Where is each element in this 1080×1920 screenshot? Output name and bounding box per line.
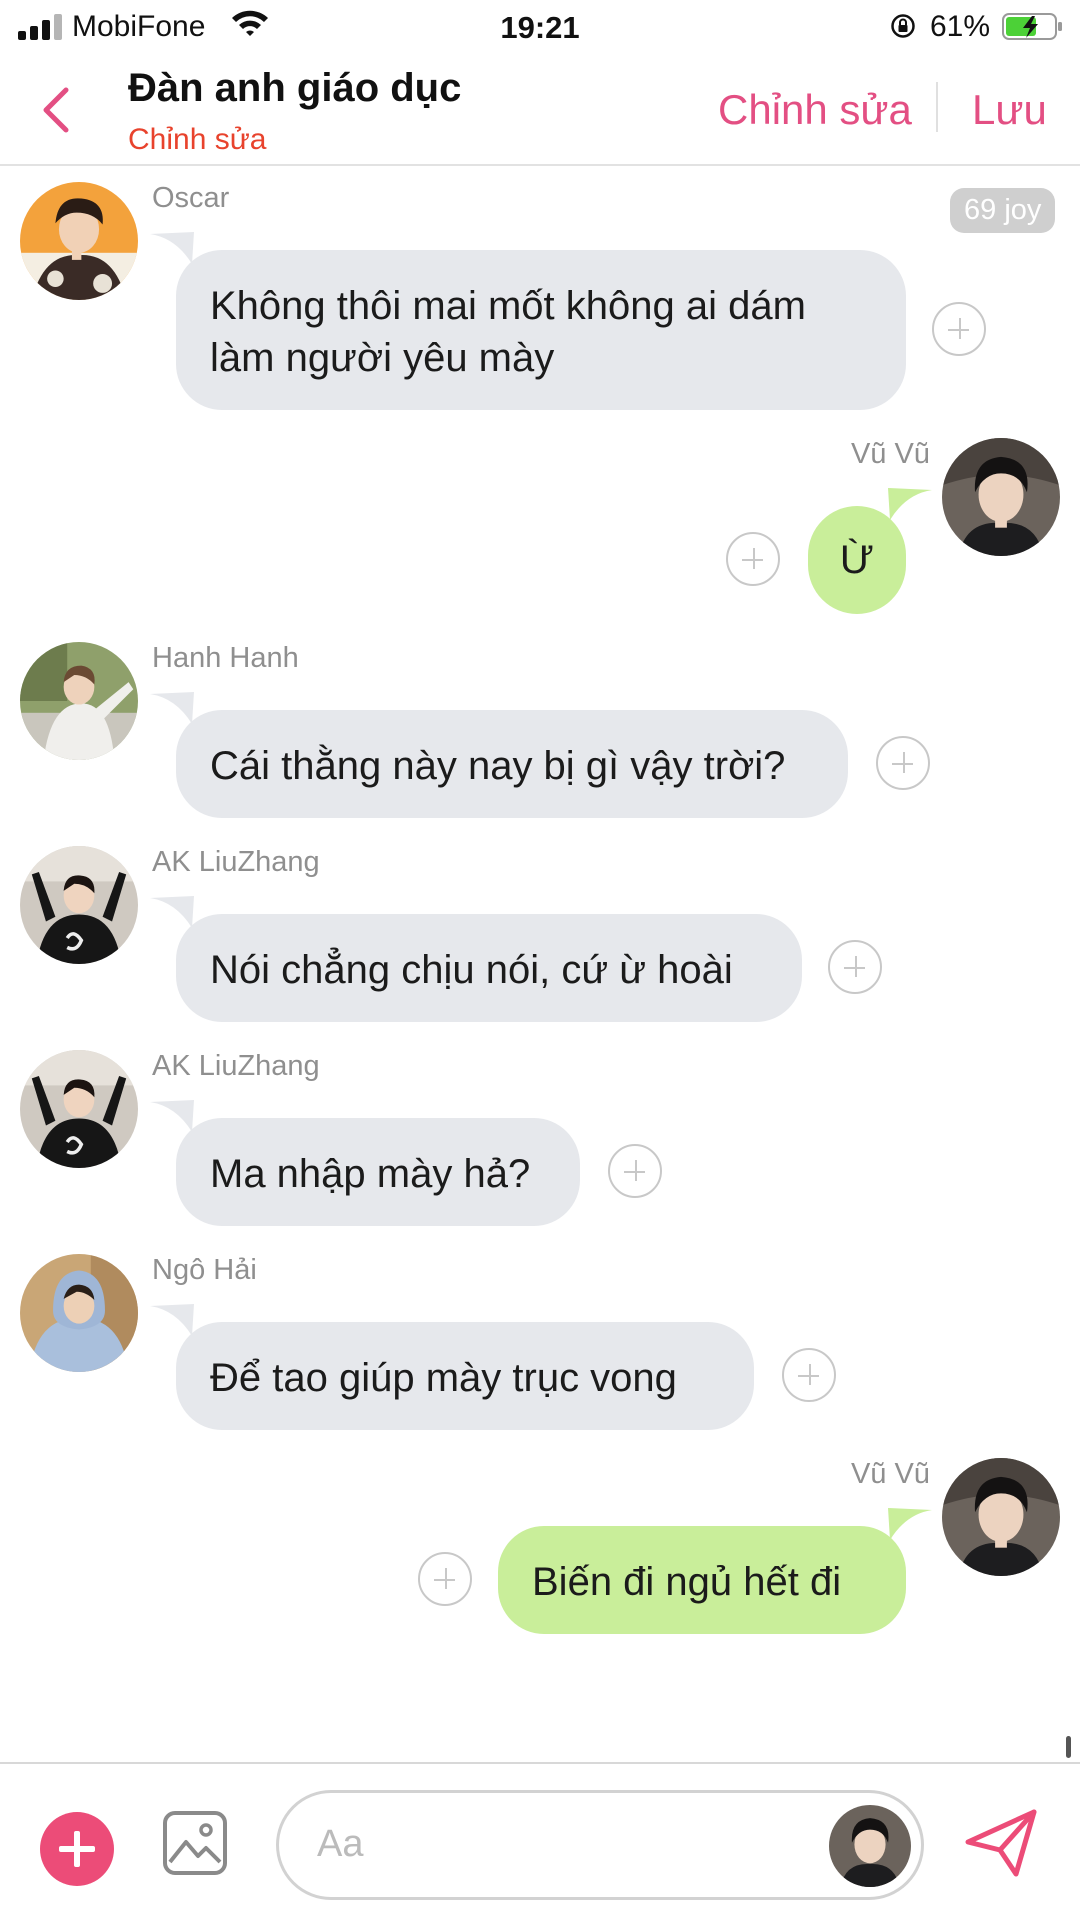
composer-bar: Aa — [0, 1762, 1080, 1920]
message-bubble[interactable]: Ừ — [808, 506, 906, 614]
add-reaction-button[interactable] — [608, 1144, 662, 1198]
add-reaction-button[interactable] — [418, 1552, 472, 1606]
sender-name: AK LiuZhang — [152, 846, 320, 878]
send-icon[interactable] — [964, 1808, 1038, 1878]
message-bubble[interactable]: Để tao giúp mày trục vong — [176, 1322, 754, 1430]
avatar-ak-liuzhang[interactable] — [20, 1050, 138, 1168]
chat-subtitle[interactable]: Chỉnh sửa — [128, 123, 267, 157]
message-bubble[interactable]: Nói chẳng chịu nói, cứ ừ hoài — [176, 914, 802, 1022]
status-bar: MobiFone 19:21 61% — [0, 0, 1080, 56]
joy-badge: 69 joy — [950, 188, 1056, 233]
add-attachment-button[interactable] — [40, 1812, 114, 1886]
bubble-tail — [888, 1508, 932, 1540]
save-button[interactable]: Lưu — [972, 86, 1047, 134]
add-reaction-button[interactable] — [782, 1348, 836, 1402]
bubble-tail — [150, 232, 194, 264]
message-item: Oscar Không thôi mai mốt không ai dám là… — [0, 182, 1080, 410]
avatar-ngo-hai[interactable] — [20, 1254, 138, 1372]
add-reaction-button[interactable] — [932, 302, 986, 356]
avatar-oscar[interactable] — [20, 182, 138, 300]
message-text-line: Không thôi mai mốt không ai dám — [210, 284, 806, 328]
sender-avatar-selector[interactable] — [829, 1805, 911, 1887]
message-text-line: Biến đi ngủ hết đi — [532, 1560, 842, 1604]
message-item: Vũ Vũ Ừ — [0, 438, 1080, 614]
message-item: AK LiuZhang Nói chẳng chịu nói, cứ ừ hoà… — [0, 846, 1080, 1022]
avatar-ak-liuzhang[interactable] — [20, 846, 138, 964]
header-divider — [936, 82, 938, 132]
add-reaction-button[interactable] — [876, 736, 930, 790]
battery-percentage: 61% — [930, 10, 991, 43]
message-bubble[interactable]: Biến đi ngủ hết đi — [498, 1526, 906, 1634]
bubble-tail — [888, 488, 932, 520]
message-text-line: Cái thằng này nay bị gì vậy trời? — [210, 744, 786, 788]
bubble-tail — [150, 692, 194, 724]
add-reaction-button[interactable] — [828, 940, 882, 994]
edit-button[interactable]: Chỉnh sửa — [718, 86, 912, 134]
avatar-hanh-hanh[interactable] — [20, 642, 138, 760]
sender-name: AK LiuZhang — [152, 1050, 320, 1082]
sender-name: Vũ Vũ — [851, 438, 930, 470]
message-text-line: Nói chẳng chịu nói, cứ ừ hoài — [210, 948, 733, 992]
avatar-vu-vu[interactable] — [942, 1458, 1060, 1576]
message-item: Vũ Vũ Biến đi ngủ hết đi — [0, 1458, 1080, 1634]
sender-name: Hanh Hanh — [152, 642, 299, 674]
avatar-vu-vu[interactable] — [942, 438, 1060, 556]
bubble-tail — [150, 1304, 194, 1336]
message-item: Ngô Hải Để tao giúp mày trục vong — [0, 1254, 1080, 1430]
orientation-lock-icon — [891, 14, 915, 38]
sender-name: Oscar — [152, 182, 230, 214]
battery-icon — [1002, 13, 1062, 40]
message-text-line: Để tao giúp mày trục vong — [210, 1356, 677, 1400]
message-input[interactable]: Aa — [276, 1790, 924, 1900]
bubble-tail — [150, 1100, 194, 1132]
scroll-indicator[interactable] — [1066, 1736, 1071, 1758]
bubble-tail — [150, 896, 194, 928]
add-reaction-button[interactable] — [726, 532, 780, 586]
back-chevron-icon[interactable] — [36, 84, 76, 136]
message-item: AK LiuZhang Ma nhập mày hả? — [0, 1050, 1080, 1226]
message-text-line: Ma nhập mày hả? — [210, 1152, 531, 1196]
message-text-line: làm người yêu mày — [210, 336, 555, 380]
message-input-placeholder: Aa — [317, 1823, 364, 1865]
message-item: Hanh Hanh Cái thằng này nay bị gì vậy tr… — [0, 642, 1080, 818]
clock: 19:21 — [500, 10, 580, 45]
chat-header: Đàn anh giáo dục Chỉnh sửa Chỉnh sửa Lưu — [0, 56, 1080, 166]
message-text-line: Ừ — [839, 538, 875, 582]
chat-title: Đàn anh giáo dục — [128, 66, 462, 110]
sender-name: Ngô Hải — [152, 1254, 257, 1286]
sender-name: Vũ Vũ — [851, 1458, 930, 1490]
image-gallery-icon[interactable] — [162, 1810, 228, 1876]
message-bubble[interactable]: Ma nhập mày hả? — [176, 1118, 580, 1226]
message-bubble[interactable]: Không thôi mai mốt không ai dám làm ngườ… — [176, 250, 906, 410]
chat-thread[interactable]: Oscar Không thôi mai mốt không ai dám là… — [0, 168, 1080, 1762]
message-bubble[interactable]: Cái thằng này nay bị gì vậy trời? — [176, 710, 848, 818]
